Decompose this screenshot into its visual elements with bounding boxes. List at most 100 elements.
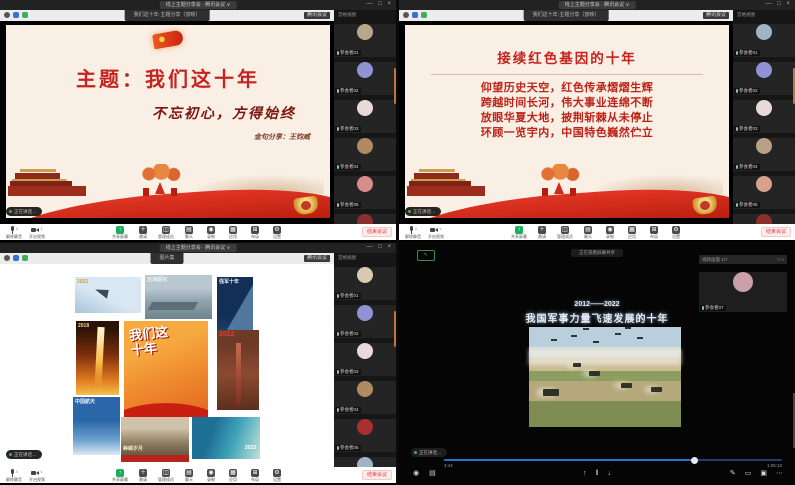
meeting-badge[interactable]: 腾讯会议	[304, 255, 330, 262]
participant-tile[interactable]: 参会者06	[334, 457, 396, 467]
participant-tile[interactable]: 参会者05	[334, 176, 396, 209]
app-icon-record[interactable]	[4, 255, 10, 261]
app-icon-wps[interactable]	[22, 255, 28, 261]
participant-tile[interactable]: 参会者04	[334, 138, 396, 171]
participant-tile[interactable]: 参会者05	[334, 419, 396, 452]
participant-tile[interactable]: 参会者02	[733, 62, 795, 95]
window-controls[interactable]: — □ ×	[766, 1, 792, 7]
end-meeting-button[interactable]: 结束会议	[362, 227, 392, 237]
chevron-up-icon[interactable]: ∨	[40, 469, 43, 477]
manage-members-button[interactable]: ◫ 管理成员	[158, 469, 174, 482]
video-button[interactable]: ∨ 开启视频	[29, 226, 45, 239]
participant-tile[interactable]: 参会者03	[733, 100, 795, 133]
window-controls[interactable]: — □ ×	[367, 244, 393, 250]
record-button[interactable]: ◉ 录制	[204, 469, 218, 482]
invite-button[interactable]: ＋ 邀请	[136, 226, 150, 239]
settings-button[interactable]: ⚙ 设置	[270, 226, 284, 239]
mute-button[interactable]: ∨ 解除静音	[6, 226, 22, 239]
share-screen-button[interactable]: ↑ 共享屏幕	[511, 226, 527, 239]
meeting-title-pill[interactable]: 线上主题分享会 · 腾讯会议 ∨	[160, 1, 237, 9]
progress-knob[interactable]	[691, 457, 698, 464]
chevron-up-icon[interactable]: ∨	[16, 469, 19, 477]
settings-button[interactable]: ⚙ 设置	[669, 226, 683, 239]
app-icon-docs[interactable]	[412, 12, 418, 18]
apps-button[interactable]: ▦ 应用	[226, 226, 240, 239]
chevron-up-icon[interactable]: ∨	[40, 226, 43, 234]
annotate-icon[interactable]: ✎	[730, 469, 736, 478]
layout-button[interactable]: ⊞ 布局	[248, 469, 262, 482]
chevron-up-icon[interactable]: ∨	[439, 226, 442, 234]
apps-button[interactable]: ▦ 应用	[226, 469, 240, 482]
prev-page-icon[interactable]: ↑	[583, 469, 587, 478]
share-screen-button[interactable]: ↑ 共享屏幕	[112, 226, 128, 239]
end-meeting-button[interactable]: 结束会议	[362, 470, 392, 480]
app-icon-docs[interactable]	[13, 255, 19, 261]
layout-button[interactable]: ⊞ 布局	[248, 226, 262, 239]
participant-tile[interactable]: 参会者02	[334, 305, 396, 338]
sidebar-header[interactable]: 宫格视图	[733, 10, 795, 19]
doc-tab[interactable]: 我们这十年·主题分享（放映）	[125, 10, 210, 21]
more-icon[interactable]: ⋯	[776, 469, 783, 478]
panel-window-controls[interactable]: □ ×	[777, 255, 784, 264]
participant-tile[interactable]: 参会者04	[334, 381, 396, 414]
app-icon-wps[interactable]	[421, 12, 427, 18]
fullscreen-icon[interactable]: ▣	[760, 469, 767, 478]
chat-button[interactable]: ▤ 聊天	[581, 226, 595, 239]
participant-tile[interactable]: 参会者01	[334, 24, 396, 57]
pause-icon[interactable]: ‖	[596, 469, 599, 478]
manage-members-button[interactable]: ◫ 管理成员	[158, 226, 174, 239]
record-button[interactable]: ◉ 录制	[204, 226, 218, 239]
manage-members-button[interactable]: ◫ 管理成员	[557, 226, 573, 239]
chat-button[interactable]: ▤ 聊天	[182, 226, 196, 239]
chat-icon[interactable]: ▤	[429, 469, 436, 478]
doc-tab[interactable]: 图片集	[150, 253, 183, 264]
participant-tile[interactable]: 参会者03	[334, 100, 396, 133]
participant-tile[interactable]: 参会者06	[733, 214, 795, 224]
app-icon-record[interactable]	[403, 12, 409, 18]
app-icon-wps[interactable]	[22, 12, 28, 18]
window-controls[interactable]: — □ ×	[367, 1, 393, 7]
chat-button[interactable]: ▤ 聊天	[182, 469, 196, 482]
app-icon-docs[interactable]	[13, 12, 19, 18]
mute-button[interactable]: ∨ 解除静音	[405, 226, 421, 239]
sidebar-header[interactable]: 宫格视图	[334, 10, 396, 19]
speaker-indicator[interactable]: 正在讲话…	[6, 450, 42, 459]
meeting-badge[interactable]: 腾讯会议	[304, 12, 330, 19]
record-button[interactable]: ◉ 录制	[603, 226, 617, 239]
sidebar-header[interactable]: 宫格视图	[334, 253, 396, 262]
meeting-title-pill[interactable]: 线上主题分享会 · 腾讯会议 ∨	[160, 244, 237, 252]
end-meeting-button[interactable]: 结束会议	[761, 227, 791, 237]
participant-tile[interactable]: 参会者05	[733, 176, 795, 209]
participant-tile[interactable]: 参会者01	[733, 24, 795, 57]
meeting-badge[interactable]: 腾讯会议	[703, 12, 729, 19]
settings-button[interactable]: ⚙ 设置	[270, 469, 284, 482]
speaker-indicator[interactable]: 正在讲话…	[411, 448, 447, 457]
chevron-up-icon[interactable]: ∨	[415, 226, 418, 234]
invite-button[interactable]: ＋ 邀请	[136, 469, 150, 482]
layout-button[interactable]: ⊞ 布局	[647, 226, 661, 239]
next-page-icon[interactable]: ↓	[607, 469, 611, 478]
speaker-indicator[interactable]: 正在讲话…	[405, 207, 441, 216]
participant-tile[interactable]: 参会者02	[334, 62, 396, 95]
invite-button[interactable]: ＋ 邀请	[535, 226, 549, 239]
participant-tile[interactable]: 参会者01	[334, 267, 396, 300]
participant-tile[interactable]: 参会者06	[334, 214, 396, 224]
meeting-title-pill[interactable]: 线上主题分享会 · 腾讯会议 ∨	[559, 1, 636, 9]
participant-tile[interactable]: 参会者04	[733, 138, 795, 171]
sidebar-scrollbar[interactable]	[394, 311, 396, 347]
video-button[interactable]: ∨ 开启视频	[428, 226, 444, 239]
chevron-up-icon[interactable]: ∨	[16, 226, 19, 234]
video-button[interactable]: ∨ 开启视频	[29, 469, 45, 482]
exit-fullscreen-button[interactable]: ↖	[417, 250, 435, 261]
panel-header[interactable]: 视频画面 1/7 □ ×	[699, 255, 787, 264]
sidebar-scrollbar[interactable]	[394, 68, 396, 104]
view-mode-icon[interactable]: ◉	[413, 469, 419, 478]
share-screen-button[interactable]: ↑ 共享屏幕	[112, 469, 128, 482]
doc-tab[interactable]: 我们这十年·主题分享（放映）	[524, 10, 609, 21]
app-icon-record[interactable]	[4, 12, 10, 18]
participant-tile[interactable]: 参会者03	[334, 343, 396, 376]
video-progress-bar[interactable]	[444, 459, 782, 461]
mute-button[interactable]: ∨ 解除静音	[6, 469, 22, 482]
apps-button[interactable]: ▦ 应用	[625, 226, 639, 239]
speaker-indicator[interactable]: 正在讲话…	[6, 207, 42, 216]
